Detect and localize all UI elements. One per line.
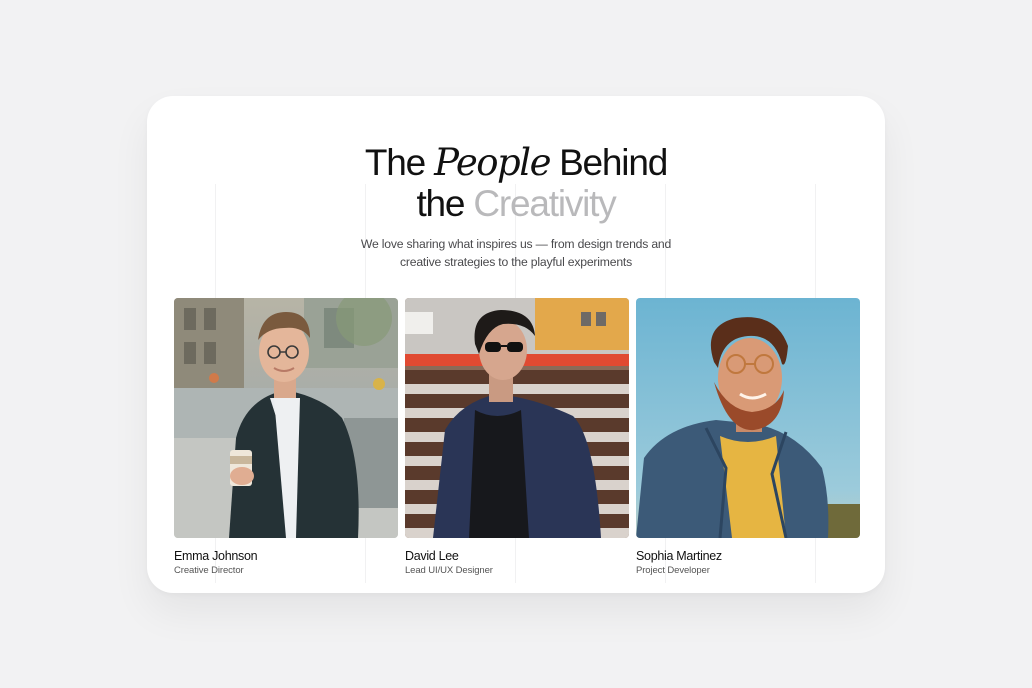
page-subtitle: We love sharing what inspires us — from …	[147, 236, 885, 271]
member-role: Lead UI/UX Designer	[405, 565, 493, 576]
subtitle-line: We love sharing what inspires us — from …	[360, 237, 672, 251]
title-text: The	[364, 142, 435, 183]
team-member-card[interactable]: Sophia Martinez Project Developer	[636, 298, 860, 577]
subtitle-line: creative strategies to the playful exper…	[400, 254, 632, 269]
portrait-man-coffee-city-image	[174, 298, 398, 538]
portrait-man-denim-sky-image	[636, 298, 860, 538]
team-member-card[interactable]: David Lee Lead UI/UX Designer	[405, 298, 629, 577]
team-member-card[interactable]: Emma Johnson Creative Director	[174, 298, 398, 577]
title-italic-word: People	[434, 141, 551, 184]
member-photo[interactable]	[174, 298, 398, 538]
portrait-man-sunglasses-image	[405, 298, 629, 538]
member-name: Sophia Martinez	[636, 549, 722, 563]
member-role: Project Developer	[636, 565, 710, 576]
title-text: Behind	[549, 142, 668, 183]
member-photo[interactable]	[636, 298, 860, 538]
team-card: The People Behind the Creativity We love…	[147, 96, 885, 593]
member-role: Creative Director	[174, 565, 244, 576]
member-photo[interactable]	[405, 298, 629, 538]
title-muted-word: Creativity	[473, 183, 616, 224]
member-name: David Lee	[405, 549, 459, 563]
page-title: The People Behind the Creativity	[147, 142, 885, 224]
team-members-list: Emma Johnson Creative Director David Lee…	[174, 298, 860, 577]
member-name: Emma Johnson	[174, 549, 258, 563]
title-text: the	[416, 183, 474, 224]
